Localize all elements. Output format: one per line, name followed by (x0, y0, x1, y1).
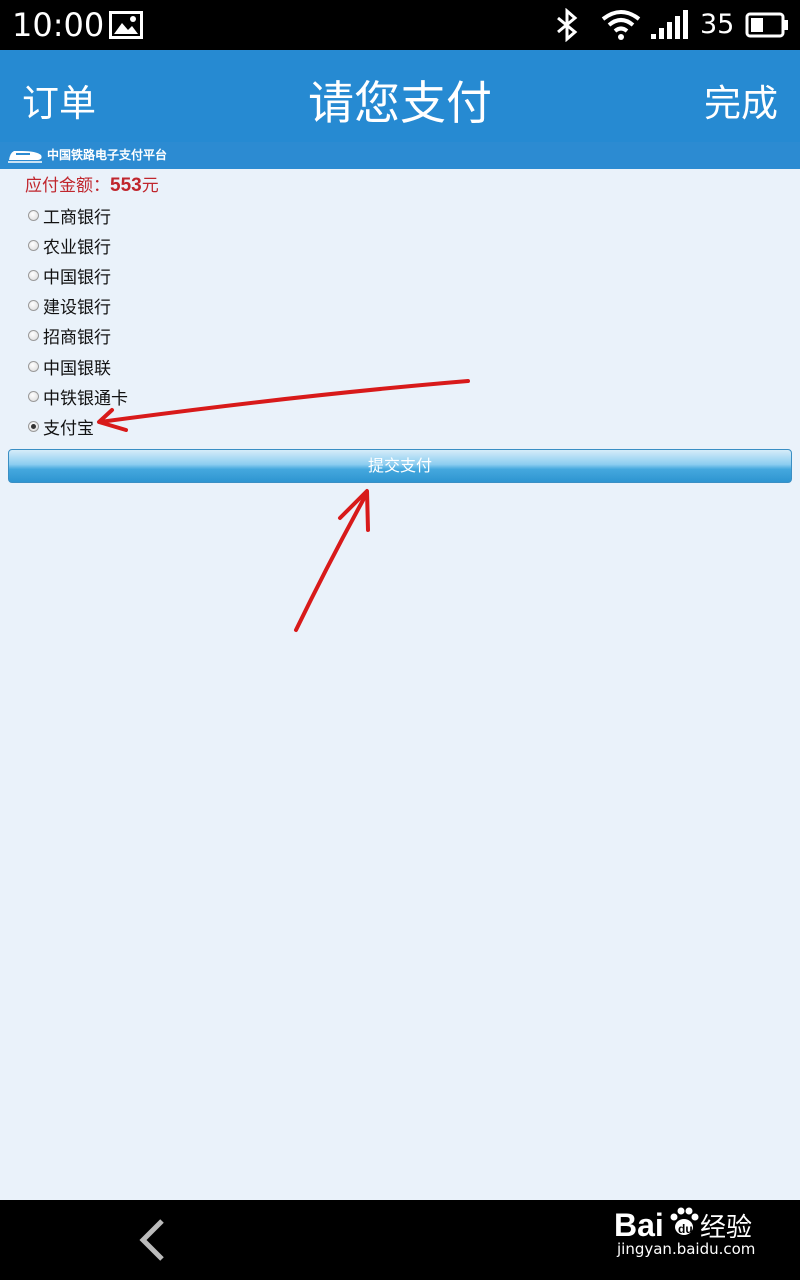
annotation-arrows (97, 379, 470, 632)
annotation-arrow-to-submit (294, 489, 370, 632)
navigation-bar: Bai du 经验 jingyan.baidu.com (0, 1200, 800, 1280)
svg-text:du: du (678, 1222, 693, 1236)
watermark-url: jingyan.baidu.com (617, 1240, 756, 1258)
svg-text:Bai: Bai (614, 1207, 664, 1243)
baidu-jingyan-watermark-logo: Bai du 经验 (614, 1207, 752, 1243)
annotation-arrow-to-alipay (97, 379, 470, 432)
chevron-left-icon[interactable] (138, 1218, 168, 1266)
svg-text:经验: 经验 (700, 1213, 752, 1243)
